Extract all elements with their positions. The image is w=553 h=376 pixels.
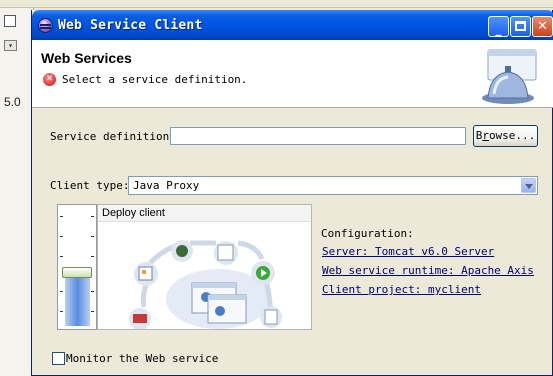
ide-toolbar <box>0 0 553 8</box>
dropdown-arrow-icon[interactable] <box>521 178 536 193</box>
slider-tick <box>60 311 63 312</box>
browse-label-rest: owse... <box>488 129 536 142</box>
monitor-label[interactable]: Monitor the Web service <box>66 352 218 365</box>
title-bar[interactable]: Web Service Client _ ✕ <box>32 10 553 40</box>
toolbox-icon <box>133 314 147 323</box>
slider-tick <box>91 311 94 312</box>
background-ide: ▾ 5.0 <box>0 0 553 376</box>
slider-tick <box>91 216 94 217</box>
service-bell-icon <box>482 49 537 104</box>
ide-side-number: 5.0 <box>4 95 21 109</box>
slider-tick <box>60 216 63 217</box>
browse-button[interactable]: Browse... <box>473 125 538 147</box>
maximize-icon <box>515 21 526 31</box>
slider-tick <box>91 291 94 292</box>
client-type-value: Java Proxy <box>133 179 200 192</box>
client-level-slider[interactable] <box>57 204 97 330</box>
deploy-client-panel: Deploy client <box>97 204 312 330</box>
client-project-link[interactable]: Client project: myclient <box>322 283 481 296</box>
server-link[interactable]: Server: Tomcat v6.0 Server <box>322 245 494 258</box>
page-title: Web Services <box>41 50 132 66</box>
ide-view-icon[interactable] <box>4 15 16 27</box>
configuration-label: Configuration: <box>321 227 414 240</box>
client-type-select[interactable]: Java Proxy <box>128 176 538 195</box>
slider-tick <box>60 291 63 292</box>
window-title: Web Service Client <box>58 18 203 33</box>
minimize-button[interactable]: _ <box>488 16 509 37</box>
slider-tick <box>60 256 63 257</box>
service-definition-input[interactable] <box>170 127 466 145</box>
flow-arrow <box>237 240 265 261</box>
deploy-client-label: Deploy client <box>98 205 311 222</box>
error-icon: ✕ <box>43 73 56 86</box>
window-icon <box>217 244 234 261</box>
slider-fill <box>65 273 90 326</box>
service-definition-label: Service definition: <box>50 130 176 143</box>
web-service-client-dialog: Web Service Client _ ✕ Web Services ✕ Se… <box>31 10 553 376</box>
web-service-runtime-link[interactable]: Web service runtime: Apache Axis <box>322 264 534 277</box>
slider-tick <box>91 236 94 237</box>
client-type-label: Client type: <box>50 179 130 192</box>
globe-icon <box>176 245 188 257</box>
maximize-button[interactable] <box>510 16 531 37</box>
slider-tick <box>60 236 63 237</box>
close-button[interactable]: ✕ <box>532 16 553 37</box>
document-icon <box>264 309 278 325</box>
monitor-checkbox[interactable] <box>52 352 65 365</box>
flow-arrow <box>140 284 149 308</box>
chevron-down-icon[interactable]: ▾ <box>4 40 17 51</box>
wizard-banner: Web Services ✕ Select a service definiti… <box>32 40 553 108</box>
banner-message: Select a service definition. <box>62 73 248 86</box>
slider-thumb[interactable] <box>62 267 92 278</box>
slider-tick <box>91 256 94 257</box>
eclipse-icon <box>38 18 53 33</box>
deploy-diagram <box>129 240 282 329</box>
browse-mnemonic: r <box>482 129 489 142</box>
